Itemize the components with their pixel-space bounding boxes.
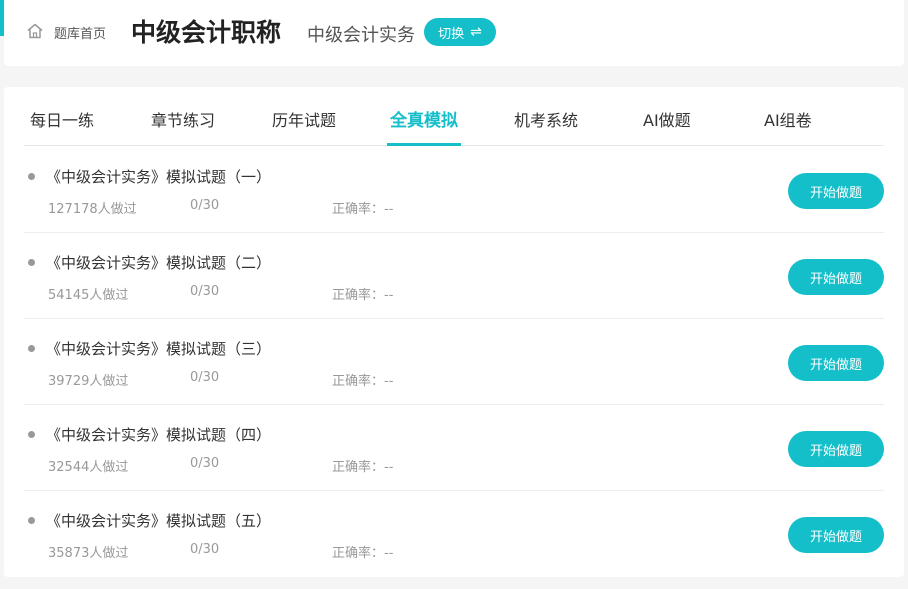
attempt-count: 39729人做过 — [48, 374, 129, 389]
accuracy-text: 正确率：-- — [332, 460, 394, 475]
swap-icon: ⇌ — [470, 24, 482, 40]
home-link[interactable]: 题库首页 — [54, 23, 106, 42]
bullet-dot — [28, 431, 35, 438]
page-title: 中级会计职称 — [131, 18, 282, 47]
accuracy-text: 正确率：-- — [332, 288, 394, 303]
tab-computer-exam[interactable]: 机考系统 — [514, 107, 578, 146]
progress-text: 0/30 — [190, 284, 220, 299]
list-item: 《中级会计实务》模拟试题（五） 35873人做过 0/30 正确率：-- 开始做… — [24, 491, 884, 577]
exam-title[interactable]: 《中级会计实务》模拟试题（四） — [46, 424, 271, 445]
exam-title[interactable]: 《中级会计实务》模拟试题（一） — [46, 166, 271, 187]
attempt-count: 54145人做过 — [48, 288, 129, 303]
accuracy-text: 正确率：-- — [332, 202, 394, 217]
bullet-dot — [28, 173, 35, 180]
home-icon[interactable] — [26, 22, 44, 40]
tab-daily-practice[interactable]: 每日一练 — [30, 107, 94, 146]
start-button[interactable]: 开始做题 — [788, 517, 884, 553]
start-button[interactable]: 开始做题 — [788, 259, 884, 295]
progress-text: 0/30 — [190, 198, 220, 213]
tab-mock-exams[interactable]: 全真模拟 — [387, 106, 461, 146]
list-item: 《中级会计实务》模拟试题（二） 54145人做过 0/30 正确率：-- 开始做… — [24, 233, 884, 319]
attempt-count: 32544人做过 — [48, 460, 129, 475]
accuracy-text: 正确率：-- — [332, 374, 394, 389]
attempt-count: 127178人做过 — [48, 202, 137, 217]
list-item: 《中级会计实务》模拟试题（一） 127178人做过 0/30 正确率：-- 开始… — [24, 147, 884, 233]
attempt-count: 35873人做过 — [48, 546, 129, 561]
exam-title[interactable]: 《中级会计实务》模拟试题（二） — [46, 252, 271, 273]
progress-text: 0/30 — [190, 456, 220, 471]
progress-text: 0/30 — [190, 370, 220, 385]
bullet-dot — [28, 517, 35, 524]
subject-name: 中级会计实务 — [307, 25, 415, 46]
exam-title[interactable]: 《中级会计实务》模拟试题（三） — [46, 338, 271, 359]
tab-ai-practice[interactable]: AI做题 — [643, 107, 691, 146]
bullet-dot — [28, 345, 35, 352]
tab-bar: 每日一练 章节练习 历年试题 全真模拟 机考系统 AI做题 AI组卷 — [24, 87, 884, 146]
list-item: 《中级会计实务》模拟试题（四） 32544人做过 0/30 正确率：-- 开始做… — [24, 405, 884, 491]
tab-ai-paper[interactable]: AI组卷 — [764, 107, 812, 146]
tab-past-exams[interactable]: 历年试题 — [272, 107, 336, 146]
list-item: 《中级会计实务》模拟试题（三） 39729人做过 0/30 正确率：-- 开始做… — [24, 319, 884, 405]
start-button[interactable]: 开始做题 — [788, 431, 884, 467]
exam-list: 《中级会计实务》模拟试题（一） 127178人做过 0/30 正确率：-- 开始… — [24, 147, 884, 577]
progress-text: 0/30 — [190, 542, 220, 557]
start-button[interactable]: 开始做题 — [788, 173, 884, 209]
tab-chapter-practice[interactable]: 章节练习 — [151, 107, 215, 146]
header-bar: 题库首页 中级会计职称 中级会计实务 切换 ⇌ — [4, 0, 904, 66]
switch-label: 切换 — [438, 26, 465, 42]
bullet-dot — [28, 259, 35, 266]
content-panel: 每日一练 章节练习 历年试题 全真模拟 机考系统 AI做题 AI组卷 《中级会计… — [4, 87, 904, 577]
switch-button[interactable]: 切换 ⇌ — [424, 18, 496, 46]
accuracy-text: 正确率：-- — [332, 546, 394, 561]
start-button[interactable]: 开始做题 — [788, 345, 884, 381]
exam-title[interactable]: 《中级会计实务》模拟试题（五） — [46, 510, 271, 531]
